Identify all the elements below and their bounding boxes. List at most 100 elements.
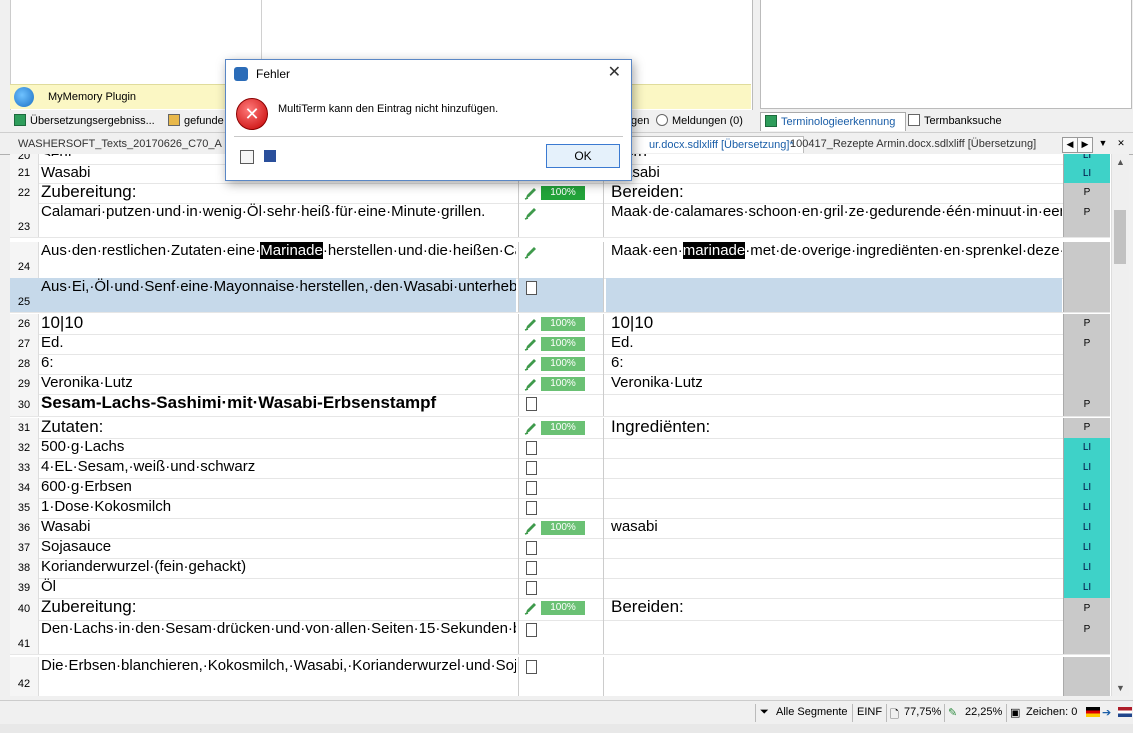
tab-scroll-right-button[interactable]: ▶ [1077,137,1093,153]
source-cell[interactable]: Calamari·putzen·und·in·wenig·Öl·sehr·hei… [38,203,516,237]
tab-messages[interactable]: Meldungen (0) [656,112,752,130]
segment-number[interactable]: 30 [10,394,39,416]
target-cell[interactable] [606,394,1062,416]
target-cell[interactable]: Sterd [606,154,1062,156]
source-cell[interactable]: 4·EL·Sesam,·weiß·und·schwarz [38,458,516,478]
target-cell[interactable] [606,458,1062,478]
table-row[interactable]: 32 500·g·Lachs LI [10,438,1110,459]
source-cell[interactable]: Zubereitung: [38,183,516,203]
vertical-scrollbar[interactable]: ▲ ▼ [1111,154,1129,696]
status-cell[interactable]: 100% [518,354,604,374]
status-cell[interactable] [518,578,604,598]
table-row[interactable]: 31 Zutaten: 100% Ingrediënten: P [10,418,1110,439]
table-row[interactable]: 27 Ed. 100% Ed. P [10,334,1110,355]
segment-number[interactable]: 37 [10,538,39,558]
status-cell[interactable]: 100% [518,374,604,394]
scroll-up-arrow[interactable]: ▲ [1112,154,1129,170]
table-row[interactable]: 25 Aus·Ei,·Öl·und·Senf·eine·Mayonnaise·he… [10,278,1110,313]
status-cell[interactable] [518,203,604,237]
table-row[interactable]: 22 Zubereitung: 100% Bereiden: P [10,183,1110,204]
table-row[interactable]: 29 Veronika·Lutz 100% Veronika·Lutz [10,374,1110,395]
segment-number[interactable]: 24 [10,242,39,278]
table-row[interactable]: 41 Den·Lachs·in·den·Sesam·drücken·und·von… [10,620,1110,655]
source-cell[interactable]: 500·g·Lachs [38,438,516,458]
table-row[interactable]: 30 Sesam-Lachs-Sashimi·mit·Wasabi-Erbsens… [10,394,1110,417]
source-cell[interactable]: Zubereitung: [38,598,516,620]
tab-termbase-search[interactable]: Termbanksuche [908,112,1028,130]
target-cell[interactable]: asabi [606,164,1062,183]
table-row[interactable]: 36 Wasabi 100% wasabi LI [10,518,1110,539]
doc-tab-rezepte[interactable]: 100417_Rezepte Armin.docx.sdlxliff [Über… [790,136,1058,152]
target-cell[interactable]: 6: [606,354,1062,374]
table-row[interactable]: 42 Die·Erbsen·blanchieren,·Kokosmilch,·Wa… [10,657,1110,696]
segment-number[interactable]: 25 [10,278,39,312]
segment-number[interactable]: 36 [10,518,39,538]
target-cell[interactable] [606,538,1062,558]
tab-partial[interactable]: gen [631,112,653,130]
table-row[interactable]: 28 6: 100% 6: [10,354,1110,375]
table-row[interactable]: 39 Öl LI [10,578,1110,599]
segment-number[interactable]: 40 [10,598,39,620]
ok-button[interactable]: OK [546,144,620,168]
target-cell[interactable]: Maak·een·marinade·met·de·overige·ingredi… [606,242,1062,278]
table-row[interactable]: 34 600·g·Erbsen LI [10,478,1110,499]
source-cell[interactable]: Den·Lachs·in·den·Sesam·drücken·und·von·a… [38,620,516,654]
source-cell[interactable]: Sojasauce [38,538,516,558]
segment-number[interactable]: 27 [10,334,39,354]
segment-number[interactable]: 32 [10,438,39,458]
segment-number[interactable]: 23 [10,203,39,237]
close-icon[interactable]: ✕ [608,64,621,82]
status-cell[interactable] [518,620,604,654]
source-cell[interactable]: Zutaten: [38,418,516,438]
status-cell[interactable] [518,498,604,518]
target-cell[interactable] [606,438,1062,458]
status-cell[interactable]: 100% [518,418,604,438]
copy-details-icon[interactable] [240,150,254,164]
target-cell[interactable]: Ed. [606,334,1062,354]
source-cell[interactable]: Sesam-Lachs-Sashimi·mit·Wasabi-Erbsensta… [38,394,516,416]
segment-number[interactable]: 26 [10,314,39,334]
segment-number[interactable]: 21 [10,164,39,183]
segment-number[interactable]: 41 [10,620,39,654]
target-cell[interactable] [606,478,1062,498]
table-row[interactable]: 33 4·EL·Sesam,·weiß·und·schwarz LI [10,458,1110,479]
target-cell[interactable]: 10|10 [606,314,1062,334]
source-cell[interactable]: 10|10 [38,314,516,334]
status-cell[interactable] [518,242,604,278]
status-cell[interactable] [518,438,604,458]
source-cell[interactable]: Aus·Ei,·Öl·und·Senf·eine·Mayonnaise·hers… [38,278,516,312]
close-document-button[interactable]: ✕ [1114,137,1128,151]
source-cell[interactable]: 6: [38,354,516,374]
segment-number[interactable]: 35 [10,498,39,518]
table-row[interactable]: 23 Calamari·putzen·und·in·wenig·Öl·sehr·h… [10,203,1110,238]
table-row[interactable]: 35 1·Dose·Kokosmilch LI [10,498,1110,519]
save-icon[interactable] [264,150,276,162]
status-cell[interactable] [518,657,604,696]
table-row[interactable]: 24 Aus·den·restlichen·Zutaten·eine·Marina… [10,242,1110,279]
status-cell[interactable]: 100% [518,334,604,354]
segment-number[interactable]: 38 [10,558,39,578]
segment-number[interactable]: 34 [10,478,39,498]
target-cell[interactable]: Bereiden: [606,598,1062,620]
scroll-thumb[interactable] [1114,210,1126,264]
table-row[interactable]: 38 Korianderwurzel·(fein·gehackt) LI [10,558,1110,579]
target-cell[interactable]: Ingrediënten: [606,418,1062,438]
insert-mode[interactable]: EINF [857,706,882,718]
target-cell[interactable]: Bereiden: [606,183,1062,203]
target-cell[interactable]: wasabi [606,518,1062,538]
segment-number[interactable]: 42 [10,657,39,696]
target-cell[interactable]: Maak·de·calamares·schoon·en·gril·ze·gedu… [606,203,1062,237]
source-cell[interactable]: Öl [38,578,516,598]
status-cell[interactable]: 100% [518,518,604,538]
target-cell[interactable]: Veronika·Lutz [606,374,1062,394]
segment-number[interactable]: 33 [10,458,39,478]
tab-found[interactable]: gefunde [168,112,224,130]
table-row[interactable]: 26 10|10 100% 10|10 P [10,314,1110,335]
scroll-down-arrow[interactable]: ▼ [1112,680,1129,696]
status-cell[interactable] [518,478,604,498]
tab-term-recognition[interactable]: Terminologieerkennung [760,112,906,131]
segment-number[interactable]: 22 [10,183,39,203]
source-cell[interactable]: Korianderwurzel·(fein·gehackt) [38,558,516,578]
tab-list-dropdown[interactable]: ▼ [1096,137,1110,151]
target-cell[interactable] [606,620,1062,654]
